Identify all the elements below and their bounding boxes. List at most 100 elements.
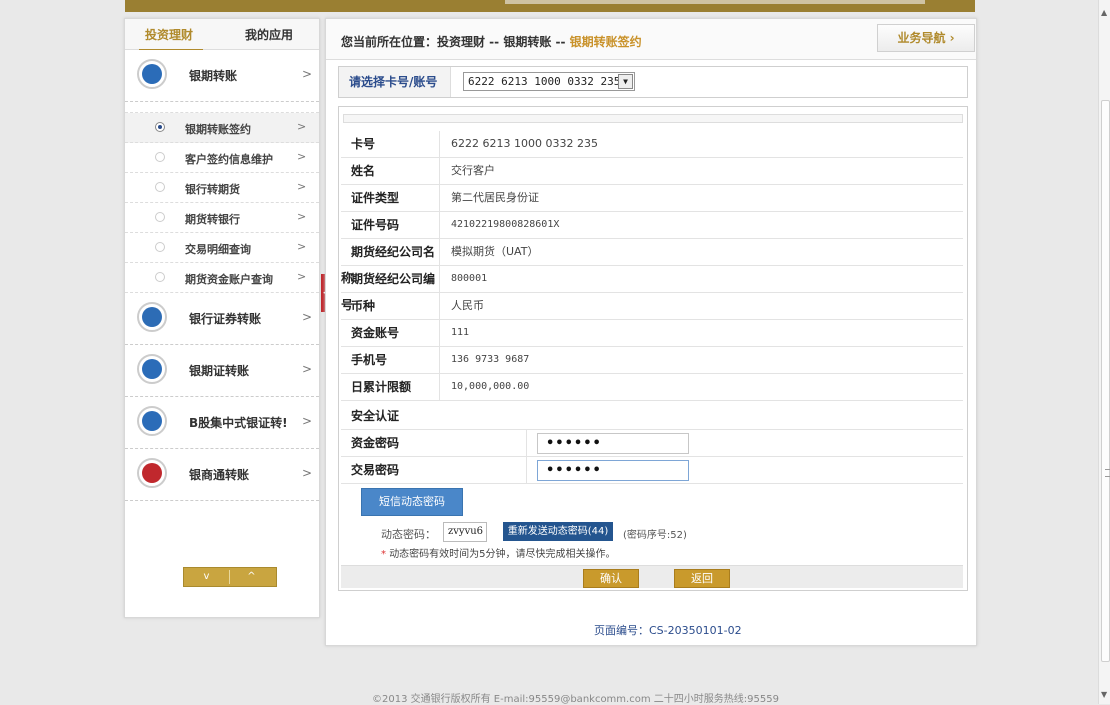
business-guide-button[interactable]: 业务导航 › [877, 24, 975, 52]
confirm-button[interactable]: 确认 [583, 569, 639, 588]
detail-label: 卡号 [341, 131, 440, 157]
trade-password-label: 交易密码 [341, 457, 527, 483]
bar-chart-icon [137, 302, 167, 332]
note-text: 动态密码有效时间为5分钟，请尽快完成相关操作。 [389, 549, 616, 560]
sidebar-group-bank-futures-securities[interactable]: 银期证转账 > [125, 345, 319, 397]
footer-copyright: ©2013 交通银行版权所有 E-mail:95559@bankcomm.com… [372, 694, 779, 705]
detail-label: 日累计限额 [341, 374, 440, 400]
sms-dynamic-password-button[interactable]: 短信动态密码 [361, 488, 463, 516]
bank-futures-icon [137, 59, 167, 89]
sidebar-item-transaction-query[interactable]: 交易明细查询 > [125, 233, 319, 263]
sidebar-group-label: 银期转账 [189, 69, 238, 83]
sidebar-item-label: 银行转期货 [185, 183, 240, 196]
detail-label: 币种 [341, 293, 440, 319]
radio-icon [155, 272, 165, 282]
chevron-right-icon: > [297, 180, 307, 193]
detail-label: 姓名 [341, 158, 440, 184]
detail-row-id-type: 证件类型 第二代居民身份证 [341, 185, 963, 212]
sidebar: 投资理财 我的应用 银期转账 > 银期转账签约 > 客户签约信息维护 > 银行转… [124, 18, 320, 618]
security-section-title: 安全认证 [341, 403, 963, 430]
detail-label: 手机号 [341, 347, 440, 373]
sign-details-panel: 卡号 6222 6213 1000 0332 235 姓名 交行客户 证件类型 第二代… [338, 106, 968, 591]
detail-row-currency: 币种 人民币 [341, 293, 963, 320]
page-number: 页面编号：CS-20350101-02 [594, 622, 742, 638]
sidebar-item-futures-to-bank[interactable]: 期货转银行 > [125, 203, 319, 233]
sidebar-item-bank-futures-sign[interactable]: 银期转账签约 > [125, 113, 319, 143]
dropdown-arrow-icon[interactable]: ▼ [618, 74, 633, 89]
detail-value: 第二代居民身份证 [451, 191, 539, 204]
detail-value: 111 [451, 327, 470, 338]
breadcrumb: 您当前所在位置：投资理财 -- 银期转账 -- 银期转账签约 [341, 33, 642, 50]
dynamic-password-note: * 动态密码有效时间为5分钟，请尽快完成相关操作。 [381, 545, 616, 560]
radio-icon [155, 212, 165, 222]
breadcrumb-current: 银期转账签约 [569, 35, 642, 49]
detail-value: 10,000,000.00 [451, 381, 530, 392]
chevron-right-icon: > [297, 120, 307, 133]
password-sequence: (密码序号:52) [623, 530, 687, 541]
sidebar-group-b-share[interactable]: B股集中式银证转! > [125, 397, 319, 449]
account-select-row: 请选择卡号/账号 6222 6213 1000 0332 235 ▼ [338, 66, 968, 98]
fund-password-row: 资金密码 •••••• [341, 430, 963, 457]
top-banner-inner [505, 0, 925, 4]
sidebar-tabs: 投资理财 我的应用 [125, 19, 319, 51]
security-title: 安全认证 [351, 409, 400, 423]
sidebar-item-label: 交易明细查询 [185, 243, 251, 256]
scroll-down-arrow-icon[interactable]: ▼ [1101, 690, 1107, 699]
radio-icon [155, 182, 165, 192]
detail-value: 模拟期货（UAT） [451, 245, 539, 258]
sidebar-group-bank-securities[interactable]: 银行证券转账 > [125, 293, 319, 345]
account-select-label: 请选择卡号/账号 [339, 67, 451, 97]
sidebar-item-label: 期货转银行 [185, 213, 240, 226]
sidebar-item-bank-to-futures[interactable]: 银行转期货 > [125, 173, 319, 203]
detail-value: 800001 [451, 273, 488, 284]
detail-value: 6222 6213 1000 0332 235 [451, 137, 598, 150]
sidebar-item-label: 期货资金账户查询 [185, 273, 273, 286]
main-header: 您当前所在位置：投资理财 -- 银期转账 -- 银期转账签约 业务导航 › [326, 19, 976, 60]
radio-selected-icon [155, 122, 165, 132]
detail-row-fund-account: 资金账号 111 [341, 320, 963, 347]
tab-my-apps[interactable]: 我的应用 [245, 26, 293, 43]
scroll-up-arrow-icon[interactable]: ▲ [1101, 8, 1107, 17]
tab-investment[interactable]: 投资理财 [138, 26, 204, 51]
sidebar-group-bank-futures[interactable]: 银期转账 > [125, 50, 319, 102]
sidebar-item-label: 银期转账签约 [185, 123, 251, 136]
sidebar-item-futures-account-query[interactable]: 期货资金账户查询 > [125, 263, 319, 293]
resend-dynamic-password-button[interactable]: 重新发送动态密码(44) [503, 522, 613, 541]
detail-label: 证件类型 [341, 185, 440, 211]
money-bag-icon [137, 458, 167, 488]
detail-label: 期货经纪公司编号 [341, 266, 440, 312]
detail-value: 人民币 [451, 299, 484, 312]
page-scrollbar[interactable]: ▲ ▼ [1098, 0, 1110, 704]
main-panel: 您当前所在位置：投资理财 -- 银期转账 -- 银期转账签约 业务导航 › 请选… [325, 18, 977, 646]
detail-row-name: 姓名 交行客户 [341, 158, 963, 185]
chevron-right-icon: > [302, 466, 313, 480]
fund-password-input[interactable]: •••••• [537, 433, 689, 454]
radio-icon [155, 242, 165, 252]
chevron-down-icon[interactable]: v [184, 568, 229, 586]
chevron-right-icon: > [297, 150, 307, 163]
top-banner [125, 0, 975, 12]
trade-password-input[interactable]: •••••• [537, 460, 689, 481]
detail-label: 期货经纪公司名称 [341, 239, 440, 285]
scrollbar-thumb[interactable] [1101, 100, 1110, 662]
sidebar-spacer [125, 102, 319, 113]
back-button[interactable]: 返回 [674, 569, 730, 588]
dynamic-password-input[interactable]: zvyvu6 [443, 522, 487, 542]
detail-row-mobile: 手机号 136 9733 9687 [341, 347, 963, 374]
detail-row-card-number: 卡号 6222 6213 1000 0332 235 [341, 131, 963, 158]
sidebar-group-label: B股集中式银证转! [189, 416, 288, 430]
sidebar-item-label: 客户签约信息维护 [185, 153, 273, 166]
growth-chart-icon [137, 354, 167, 384]
chevron-right-icon: > [297, 210, 307, 223]
sidebar-item-sign-info[interactable]: 客户签约信息维护 > [125, 143, 319, 173]
b-share-icon [137, 406, 167, 436]
account-select-value: 6222 6213 1000 0332 235 [468, 75, 621, 88]
required-star-icon: * [381, 549, 386, 560]
account-select[interactable]: 6222 6213 1000 0332 235 ▼ [463, 72, 635, 91]
breadcrumb-path: 您当前所在位置：投资理财 -- 银期转账 -- [341, 35, 570, 49]
page-number-code: CS-20350101-02 [649, 624, 742, 637]
sidebar-group-bank-merchant[interactable]: 银商通转账 > [125, 449, 319, 501]
detail-label: 资金账号 [341, 320, 440, 346]
chevron-up-icon[interactable]: ^ [229, 568, 274, 586]
detail-label: 证件号码 [341, 212, 440, 238]
